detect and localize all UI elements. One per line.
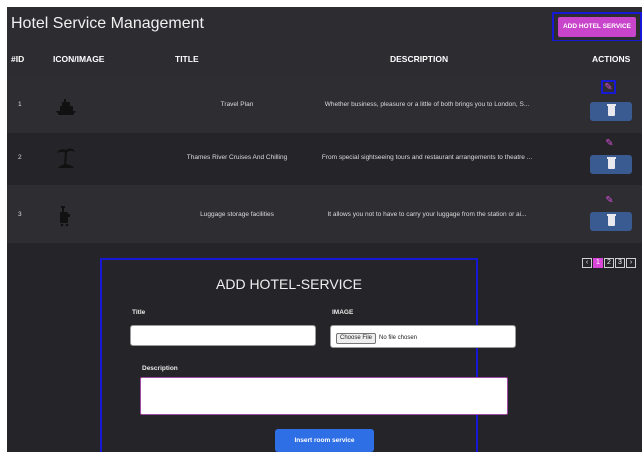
- choose-file-button[interactable]: Choose File: [336, 333, 377, 344]
- trash-icon: [606, 157, 616, 169]
- edit-icon[interactable]: ✎: [603, 138, 616, 150]
- insert-room-service-button[interactable]: Insert room service: [275, 429, 374, 452]
- row-description: From special sightseeing tours and resta…: [321, 154, 533, 161]
- palm-tree-icon: [57, 148, 75, 168]
- pagination-page-2[interactable]: 2: [604, 258, 614, 268]
- delete-button[interactable]: [590, 102, 632, 121]
- column-header-description: DESCRIPTION: [390, 54, 449, 64]
- column-header-title: TITLE: [175, 54, 199, 64]
- table-row: 1 Travel Plan Whether business, pleasure…: [7, 75, 642, 133]
- title-input[interactable]: [130, 325, 316, 346]
- pagination-page-3[interactable]: 3: [615, 258, 625, 268]
- row-id: 1: [18, 101, 22, 108]
- pagination: ‹ 1 2 3 ›: [582, 258, 636, 268]
- edit-icon[interactable]: ✎: [601, 80, 616, 94]
- table-row: 2 Thames River Cruises And Chilling From…: [7, 128, 642, 186]
- delete-button[interactable]: [590, 212, 632, 231]
- table-row: 3 Luggage storage facilities It allows y…: [7, 185, 642, 243]
- title-label: Title: [132, 309, 146, 316]
- table-header: #ID ICON/IMAGE TITLE DESCRIPTION ACTIONS: [7, 41, 642, 75]
- pagination-page-1[interactable]: 1: [593, 258, 603, 268]
- file-status: No file chosen: [379, 335, 418, 341]
- column-header-icon: ICON/IMAGE: [53, 54, 105, 64]
- description-textarea[interactable]: [140, 377, 508, 415]
- add-hotel-service-button[interactable]: ADD HOTEL SERVICE: [558, 17, 636, 37]
- pagination-prev[interactable]: ‹: [582, 258, 592, 268]
- row-description: Whether business, pleasure or a little o…: [324, 101, 530, 108]
- add-service-highlight: ADD HOTEL SERVICE: [552, 12, 642, 42]
- ship-icon: [56, 99, 76, 115]
- page-title: Hotel Service Management: [11, 15, 204, 32]
- app-panel: Hotel Service Management ADD HOTEL SERVI…: [7, 7, 642, 452]
- row-id: 2: [18, 154, 22, 161]
- column-header-actions: ACTIONS: [592, 54, 631, 64]
- row-description: It allows you not to have to carry your …: [327, 211, 527, 218]
- description-label: Description: [142, 365, 178, 372]
- edit-icon[interactable]: ✎: [603, 195, 616, 207]
- row-id: 3: [18, 211, 22, 218]
- trash-icon: [606, 104, 616, 116]
- top-bar: Hotel Service Management ADD HOTEL SERVI…: [7, 7, 642, 42]
- form-heading: ADD HOTEL-SERVICE: [216, 276, 362, 292]
- trash-icon: [606, 214, 616, 226]
- image-label: IMAGE: [332, 309, 354, 316]
- delete-button[interactable]: [590, 155, 632, 174]
- image-file-input: Choose File No file chosen: [330, 325, 516, 348]
- pagination-next[interactable]: ›: [626, 258, 636, 268]
- luggage-icon: [60, 206, 70, 227]
- column-header-id: #ID: [11, 54, 25, 64]
